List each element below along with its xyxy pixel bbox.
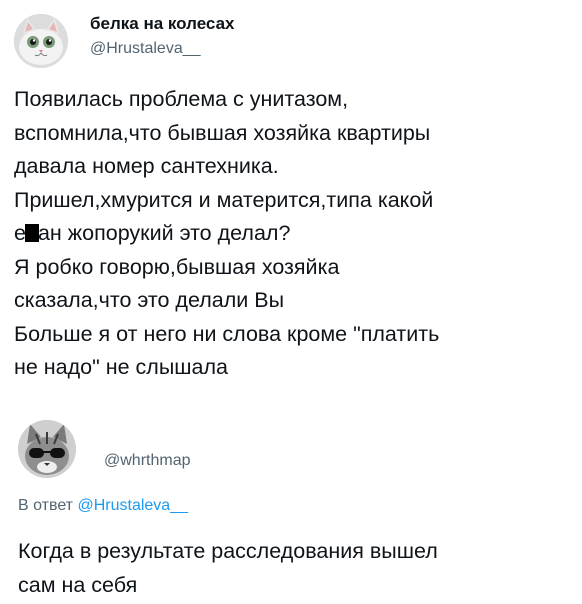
tweet-line-end: ан жопорукий это делал?: [37, 221, 291, 245]
author-avatar[interactable]: [14, 14, 68, 68]
reply-to-link[interactable]: @Hrustaleva__: [77, 497, 188, 514]
reply-author-handle[interactable]: @whrthmap: [104, 452, 191, 470]
tweet-line: Я робко говорю,бывшая хозяйка: [14, 254, 340, 279]
tweet-line: не надо" не слышала: [14, 355, 229, 379]
author-name[interactable]: белка на колесах: [90, 14, 235, 34]
reply-line: сам на себя: [18, 572, 138, 597]
author-handle[interactable]: @Hrustaleva__: [90, 40, 201, 58]
reply-author-avatar[interactable]: [18, 420, 76, 478]
tweet-line: Пришел,хмурится и матерится,типа какой: [14, 187, 434, 212]
tweet-line: е ан жопорукий это делал?: [14, 217, 574, 251]
cat-avatar-icon: [14, 14, 68, 68]
reply-prefix: В ответ: [18, 497, 74, 514]
cat-sunglasses-avatar-icon: [18, 420, 76, 478]
tweet-line: Появилась проблема с унитазом,: [14, 87, 349, 111]
tweet-line: вспомнила,что бывшая хозяйка квартиры: [14, 120, 431, 145]
tweet-text: Появилась проблема с унитазом, вспомнила…: [14, 83, 574, 385]
reply-line: Когда в результате расследования вышел: [18, 539, 438, 563]
censor-block: [24, 224, 39, 242]
tweet-line: давала номер сантехника.: [14, 154, 279, 178]
tweet-line: Больше я от него ни слова кроме "платить: [14, 321, 440, 346]
reply-context: В ответ @Hrustaleva__: [18, 497, 188, 515]
tweet-line: сказала,что это делали Вы: [14, 288, 285, 312]
reply-text: Когда в результате расследования вышел с…: [18, 535, 574, 602]
